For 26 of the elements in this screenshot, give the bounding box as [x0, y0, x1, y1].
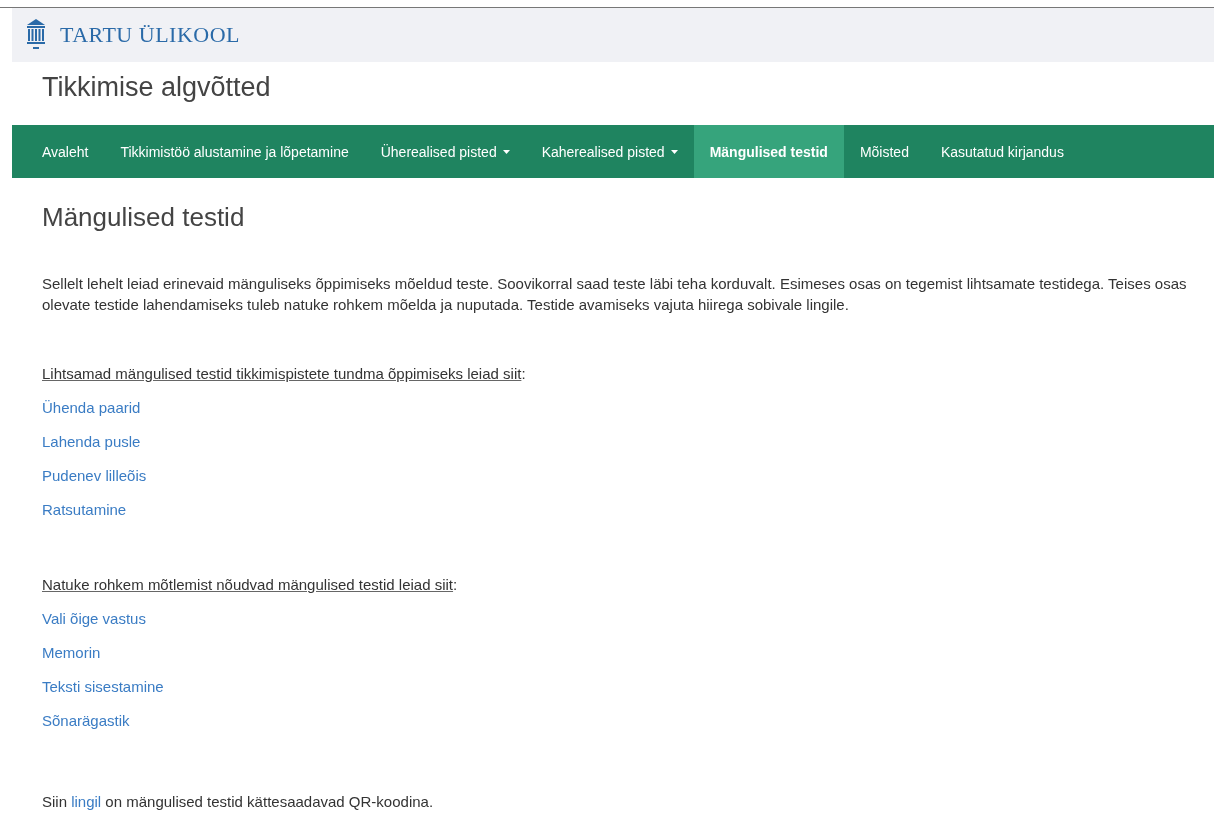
page-heading: Mängulised testid [42, 202, 246, 233]
test-link[interactable]: Teksti sisestamine [42, 677, 164, 695]
nav-item[interactable]: Kaherealised pisted [525, 125, 694, 178]
building-icon [26, 18, 46, 52]
site-title: Tikkimise algvõtted [41, 71, 272, 104]
intro-paragraph: Sellelt lehelt leiad erinevaid mänguliseks õppimiseks mõeldud teste. Soovikorral saad teste läbi teha korduvalt. Esimeses osas on tegemist lihtsamate testidega. Teises osas olevate testide lahendamiseks tuleb natuke rohkem mõelda ja nuputada. Testide avamiseks vajuta hiirega sobivale lingile. [42, 274, 1188, 315]
brand-name[interactable]: TARTU ÜLIKOOL [60, 22, 240, 48]
nav-item[interactable]: Kasutatud kirjandus [924, 125, 1080, 178]
caret-icon [502, 149, 510, 154]
test-link[interactable]: Pudenev lilleõis [42, 466, 147, 484]
footer-note: Siin lingil on mängulised testid kättesaadavad QR-koodina. [42, 793, 435, 810]
test-link[interactable]: Sõnarägastik [42, 711, 130, 729]
nav-item[interactable]: Avaleht [26, 125, 105, 178]
nav-item[interactable]: Üherealised pisted [364, 125, 526, 178]
section-heading: Lihtsamad mängulised testid tikkimispistete tundma õppimiseks leiad siit: [42, 365, 527, 382]
test-link[interactable]: Ühenda paarid [42, 398, 141, 416]
caret-icon [670, 149, 678, 154]
test-link[interactable]: Ratsutamine [42, 500, 127, 518]
qr-link[interactable]: lingil [71, 793, 102, 810]
nav-item[interactable]: Mängulised testid [693, 125, 844, 178]
test-link[interactable]: Vali õige vastus [42, 609, 146, 627]
test-link[interactable]: Memorin [42, 643, 101, 661]
nav-item[interactable]: Mõisted [843, 125, 925, 178]
nav-item[interactable]: Tikkimistöö alustamine ja lõpetamine [104, 125, 365, 178]
section-heading: Natuke rohkem mõtlemist nõudvad mängulised testid leiad siit: [42, 576, 459, 593]
test-link[interactable]: Lahenda pusle [42, 432, 141, 450]
